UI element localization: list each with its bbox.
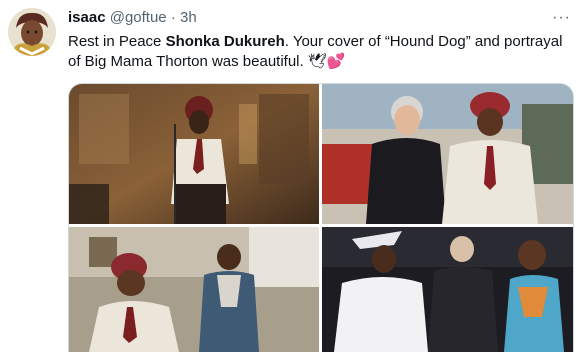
tweet-text-bold: Shonka Dukureh [165,33,285,50]
media-photo-3[interactable] [69,227,319,352]
display-name[interactable]: isaac [68,9,106,26]
media-photo-2[interactable] [322,84,573,224]
tweet-header: isaac @goftue · 3h [68,9,197,29]
media-photo-1[interactable] [69,84,319,224]
emoji-dove-hearts-icon: 🕊💕 [307,53,346,70]
timestamp[interactable]: 3h [180,9,197,26]
tweet-text: Rest in Peace Shonka Dukureh. Your cover… [68,32,568,72]
separator-dot: · [170,9,176,26]
media-grid [68,83,574,352]
more-horizontal-icon[interactable]: ··· [552,9,571,27]
media-photo-4[interactable] [322,227,573,352]
tweet-text-start: Rest in Peace [68,33,166,50]
user-handle[interactable]: @goftue [110,9,167,26]
avatar[interactable] [8,8,56,56]
